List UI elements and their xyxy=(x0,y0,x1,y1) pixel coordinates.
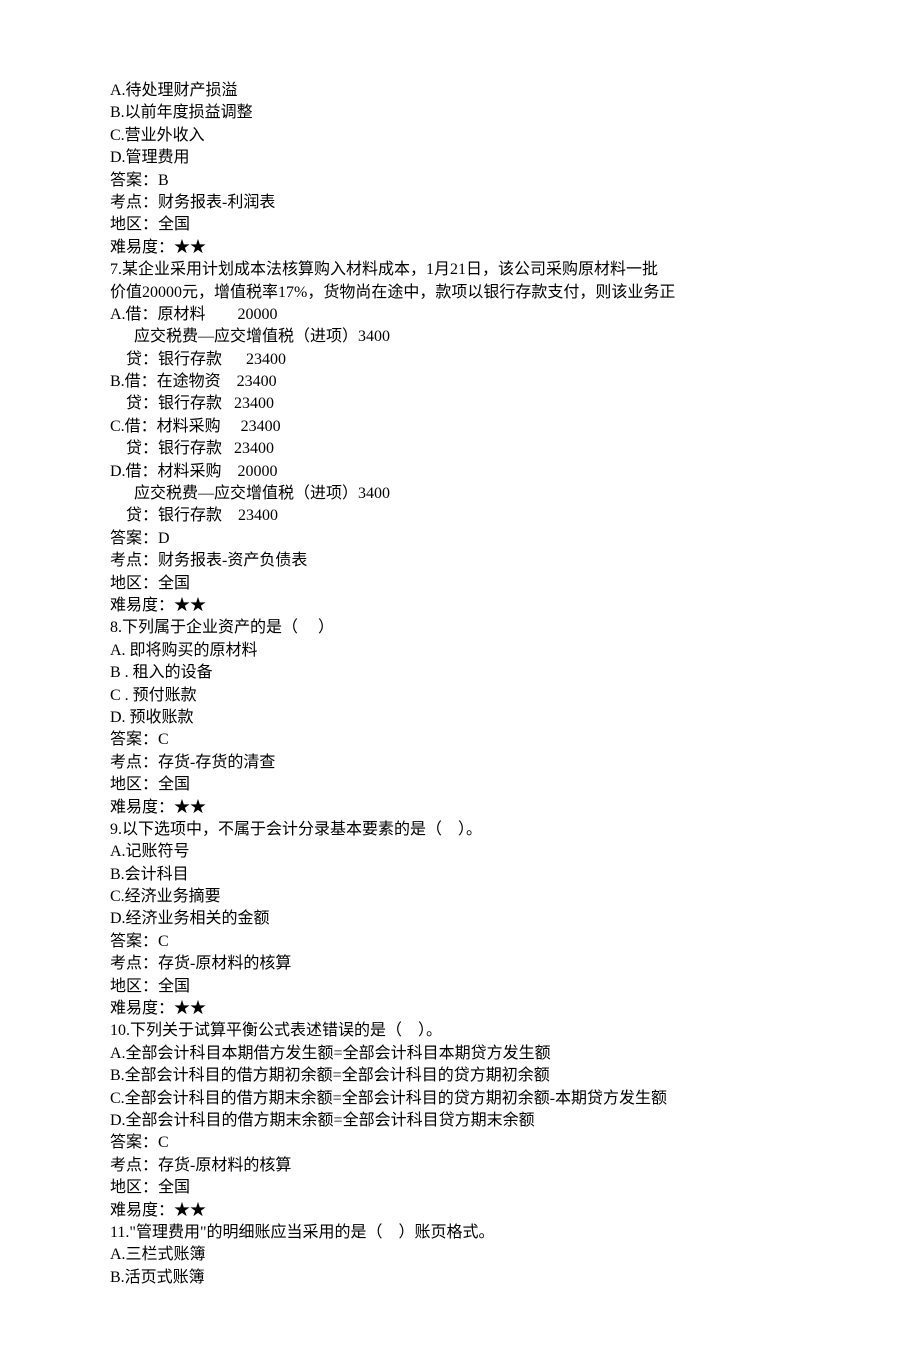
text-line: D.全部会计科目的借方期末余额=全部会计科目贷方期末余额 xyxy=(110,1110,810,1132)
text-line: B.全部会计科目的借方期初余额=全部会计科目的贷方期初余额 xyxy=(110,1065,810,1087)
question-line: 9.以下选项中，不属于会计分录基本要素的是（ ）。 xyxy=(110,819,810,841)
topic-line: 考点：存货-原材料的核算 xyxy=(110,1155,810,1177)
topic-line: 考点：财务报表-利润表 xyxy=(110,192,810,214)
text-line: C . 预付账款 xyxy=(110,685,810,707)
text-line: 贷：银行存款 23400 xyxy=(110,505,810,527)
region-line: 地区：全国 xyxy=(110,214,810,236)
difficulty-line: 难易度：★★ xyxy=(110,1200,810,1222)
region-line: 地区：全国 xyxy=(110,1177,810,1199)
text-line: 贷：银行存款 23400 xyxy=(110,438,810,460)
region-line: 地区：全国 xyxy=(110,573,810,595)
text-line: A.全部会计科目本期借方发生额=全部会计科目本期贷方发生额 xyxy=(110,1043,810,1065)
text-line: 贷：银行存款 23400 xyxy=(110,349,810,371)
question-line: 8.下列属于企业资产的是（ ） xyxy=(110,617,810,639)
answer-line: 答案：B xyxy=(110,170,810,192)
question-line: 7.某企业采用计划成本法核算购入材料成本，1月21日，该公司采购原材料一批 xyxy=(110,259,810,281)
topic-line: 考点：财务报表-资产负债表 xyxy=(110,550,810,572)
text-line: 贷：银行存款 23400 xyxy=(110,393,810,415)
text-line: D.经济业务相关的金额 xyxy=(110,908,810,930)
difficulty-line: 难易度：★★ xyxy=(110,998,810,1020)
text-line: D. 预收账款 xyxy=(110,707,810,729)
text-line: B.会计科目 xyxy=(110,864,810,886)
text-line: A.借：原材料 20000 xyxy=(110,304,810,326)
text-line: A. 即将购买的原材料 xyxy=(110,640,810,662)
text-line: A.待处理财产损溢 xyxy=(110,80,810,102)
text-line: D.管理费用 xyxy=(110,147,810,169)
text-line: C.经济业务摘要 xyxy=(110,886,810,908)
region-line: 地区：全国 xyxy=(110,774,810,796)
text-line: D.借：材料采购 20000 xyxy=(110,461,810,483)
text-line: A.记账符号 xyxy=(110,841,810,863)
difficulty-line: 难易度：★★ xyxy=(110,237,810,259)
text-line: C.全部会计科目的借方期末余额=全部会计科目的贷方期初余额-本期贷方发生额 xyxy=(110,1088,810,1110)
document-body: A.待处理财产损溢 B.以前年度损益调整 C.营业外收入 D.管理费用 答案：B… xyxy=(110,80,810,1289)
text-line: B . 租入的设备 xyxy=(110,662,810,684)
answer-line: 答案：C xyxy=(110,729,810,751)
region-line: 地区：全国 xyxy=(110,976,810,998)
question-line: 10.下列关于试算平衡公式表述错误的是（ ）。 xyxy=(110,1020,810,1042)
text-line: B.借：在途物资 23400 xyxy=(110,371,810,393)
topic-line: 考点：存货-原材料的核算 xyxy=(110,953,810,975)
topic-line: 考点：存货-存货的清查 xyxy=(110,752,810,774)
difficulty-line: 难易度：★★ xyxy=(110,797,810,819)
answer-line: 答案：C xyxy=(110,1132,810,1154)
difficulty-line: 难易度：★★ xyxy=(110,595,810,617)
answer-line: 答案：D xyxy=(110,528,810,550)
question-line: 11."管理费用"的明细账应当采用的是（ ）账页格式。 xyxy=(110,1222,810,1244)
text-line: A.三栏式账簿 xyxy=(110,1244,810,1266)
text-line: 价值20000元，增值税率17%，货物尚在途中，款项以银行存款支付，则该业务正 xyxy=(110,282,810,304)
text-line: B.以前年度损益调整 xyxy=(110,102,810,124)
text-line: 应交税费—应交增值税（进项）3400 xyxy=(110,483,810,505)
text-line: C.营业外收入 xyxy=(110,125,810,147)
text-line: B.活页式账簿 xyxy=(110,1267,810,1289)
text-line: C.借：材料采购 23400 xyxy=(110,416,810,438)
text-line: 应交税费—应交增值税（进项）3400 xyxy=(110,326,810,348)
answer-line: 答案：C xyxy=(110,931,810,953)
